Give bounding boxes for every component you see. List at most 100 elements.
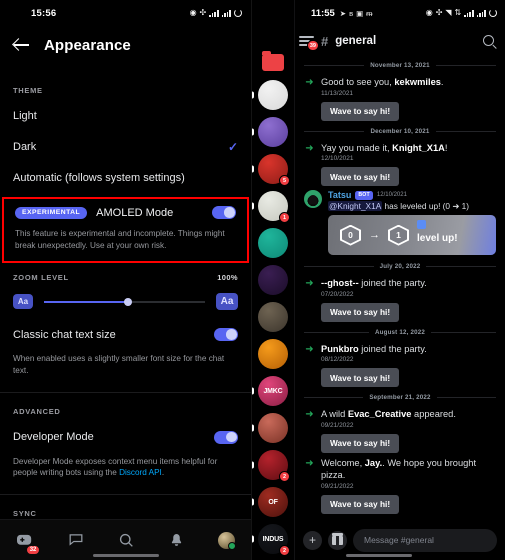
guild-tower[interactable] bbox=[252, 117, 288, 147]
decrease-text-size-button[interactable]: Aa bbox=[13, 294, 33, 310]
guild-apex[interactable]: 5 bbox=[252, 154, 290, 186]
app-icon-b: ʙ bbox=[349, 8, 354, 18]
classic-chat-text-size-row[interactable]: Classic chat text size bbox=[0, 319, 251, 350]
divider bbox=[0, 493, 251, 495]
join-arrow-icon: ➜ bbox=[305, 278, 314, 290]
server-avatar bbox=[258, 339, 288, 369]
wave-to-say-hi-button[interactable]: Wave to say hi! bbox=[321, 368, 400, 388]
unread-pip bbox=[252, 387, 254, 395]
theme-section-label: THEME bbox=[13, 86, 43, 95]
search-tab[interactable] bbox=[101, 533, 151, 548]
level-up-caption: level up! bbox=[417, 219, 458, 244]
add-attachment-button[interactable]: + bbox=[303, 530, 322, 550]
level-to-hex: 1 bbox=[388, 224, 409, 246]
settings-scroll[interactable]: THEME Light Dark ✓ Automatic (follows sy… bbox=[0, 64, 251, 560]
separator-line bbox=[304, 65, 365, 66]
server-list[interactable]: 51JMKC2OFINDUS2EA27 bbox=[252, 0, 294, 560]
join-message: ➜ Punkbro joined the party. 08/12/2022 Wave… bbox=[295, 340, 505, 389]
unread-pip bbox=[252, 128, 254, 136]
guild-character[interactable] bbox=[252, 80, 288, 110]
theme-option-light[interactable]: Light bbox=[0, 101, 251, 131]
servers-tab[interactable]: 32 bbox=[0, 533, 50, 555]
join-username: Evac_Creative bbox=[347, 409, 412, 420]
join-body: Punkbro joined the party. 08/12/2022 Wave … bbox=[321, 343, 496, 388]
increase-text-size-button[interactable]: Aa bbox=[216, 293, 238, 311]
divider bbox=[0, 391, 251, 393]
join-body: A wild Evac_Creative appeared. 09/21/2022… bbox=[321, 408, 496, 453]
app-bar: Appearance bbox=[0, 26, 251, 64]
unread-pip bbox=[252, 535, 254, 543]
separator-line bbox=[431, 331, 496, 333]
theme-option-dark[interactable]: Dark ✓ bbox=[0, 131, 251, 163]
bluetooth-icon: ✣ bbox=[199, 8, 207, 17]
wave-to-say-hi-button[interactable]: Wave to say hi! bbox=[321, 101, 400, 121]
join-text: Good to see you, kekwmiles. bbox=[321, 77, 444, 87]
guild-indus[interactable]: INDUS 2 bbox=[252, 524, 290, 556]
signal-bars-icon bbox=[209, 9, 219, 17]
guild-anime[interactable] bbox=[252, 413, 288, 443]
join-message: ➜ A wild Evac_Creative appeared. 09/21/202… bbox=[295, 405, 505, 454]
guild-photo[interactable] bbox=[258, 302, 288, 332]
servers-badge: 32 bbox=[26, 544, 40, 555]
join-text: A wild Evac_Creative appeared. bbox=[321, 409, 456, 420]
amoled-toggle[interactable] bbox=[212, 206, 236, 219]
unread-pip bbox=[252, 165, 254, 173]
dnd-icon: ◉ bbox=[425, 8, 433, 17]
server-folder-icon[interactable] bbox=[262, 51, 284, 71]
gift-button[interactable] bbox=[328, 530, 347, 550]
classic-chat-text-size-toggle[interactable] bbox=[214, 328, 238, 342]
zoom-slider[interactable] bbox=[42, 295, 207, 308]
channels-drawer-button[interactable]: 39 bbox=[299, 35, 319, 51]
developer-mode-row[interactable]: Developer Mode bbox=[0, 422, 251, 453]
zoom-level-header: ZOOM LEVEL 100% bbox=[0, 265, 251, 286]
guild-valorant[interactable]: 1 bbox=[252, 191, 290, 223]
advanced-section-label: ADVANCED bbox=[13, 406, 61, 416]
level-from-value: 0 bbox=[342, 226, 359, 244]
message-list[interactable]: November 13, 2021 ➜ Good to see you, kekwm… bbox=[295, 56, 505, 524]
developer-mode-label: Developer Mode bbox=[13, 431, 94, 444]
join-text: Punkbro joined the party. bbox=[321, 343, 427, 354]
join-date: 12/10/2021 bbox=[321, 155, 354, 163]
message-input[interactable]: Message #general bbox=[353, 528, 497, 552]
status-indicators: ◉ ✣ bbox=[190, 9, 242, 17]
dms-tab[interactable] bbox=[50, 533, 100, 547]
user-mention[interactable]: @Knight_X1A bbox=[328, 201, 383, 212]
guild-panda[interactable] bbox=[258, 228, 288, 258]
status-indicators: ◉ ✣ ◥ ⇅ bbox=[426, 9, 497, 17]
wave-to-say-hi-button[interactable]: Wave to say hi! bbox=[321, 433, 400, 453]
separator-line bbox=[304, 266, 374, 268]
discord-api-link[interactable]: Discord API bbox=[119, 468, 162, 477]
bot-timestamp: 12/10/2021 bbox=[376, 192, 407, 199]
guild-gem[interactable] bbox=[258, 265, 288, 295]
classic-chat-text-size-label: Classic chat text size bbox=[13, 328, 116, 341]
bot-text-rest: has leveled up! (0 ➜ 1) bbox=[382, 201, 469, 212]
level-from-hex: 0 bbox=[340, 224, 361, 246]
profile-tab[interactable] bbox=[202, 531, 251, 550]
wifi-icon: ◥ bbox=[445, 8, 452, 17]
join-message: ➜ Good to see you, kekwmiles. 11/13/2021 Wa… bbox=[295, 73, 505, 122]
notifications-tab[interactable] bbox=[151, 533, 201, 548]
guild-jmkc[interactable]: JMKC bbox=[252, 376, 288, 406]
wave-to-say-hi-button[interactable]: Wave to say hi! bbox=[321, 167, 400, 187]
join-message: ➜ Yay you made it, Knight_X1A! 12/10/2021 W… bbox=[295, 139, 505, 188]
theme-option-automatic[interactable]: Automatic (follows system settings) bbox=[0, 163, 251, 193]
search-icon[interactable] bbox=[483, 34, 496, 48]
developer-mode-toggle[interactable] bbox=[214, 430, 238, 444]
separator-line bbox=[436, 397, 497, 399]
guild-red-anime[interactable]: 2 bbox=[252, 450, 290, 482]
experimental-badge: EXPERIMENTAL bbox=[15, 206, 88, 219]
amoled-row[interactable]: EXPERIMENTAL AMOLED Mode bbox=[15, 206, 236, 219]
guild-of[interactable]: OF bbox=[252, 487, 288, 517]
wave-to-say-hi-button[interactable]: Wave to say hi! bbox=[321, 494, 400, 514]
left-status-bar: 15:56 ◉ ✣ bbox=[0, 0, 251, 26]
separator-date: July 20, 2022 bbox=[379, 263, 421, 271]
zoom-slider-row[interactable]: Aa Aa bbox=[0, 286, 251, 319]
back-arrow-icon[interactable] bbox=[14, 37, 30, 53]
wave-to-say-hi-button[interactable]: Wave to say hi! bbox=[321, 302, 400, 322]
guild-pumpkin[interactable] bbox=[258, 339, 288, 369]
bot-avatar bbox=[304, 190, 322, 209]
server-avatar bbox=[258, 413, 288, 443]
separator-line bbox=[304, 130, 365, 132]
join-body: Welcome, Jay.. We hope you brought pizza… bbox=[321, 457, 496, 514]
classic-chat-text-size-description: When enabled uses a slightly smaller fon… bbox=[13, 354, 225, 375]
